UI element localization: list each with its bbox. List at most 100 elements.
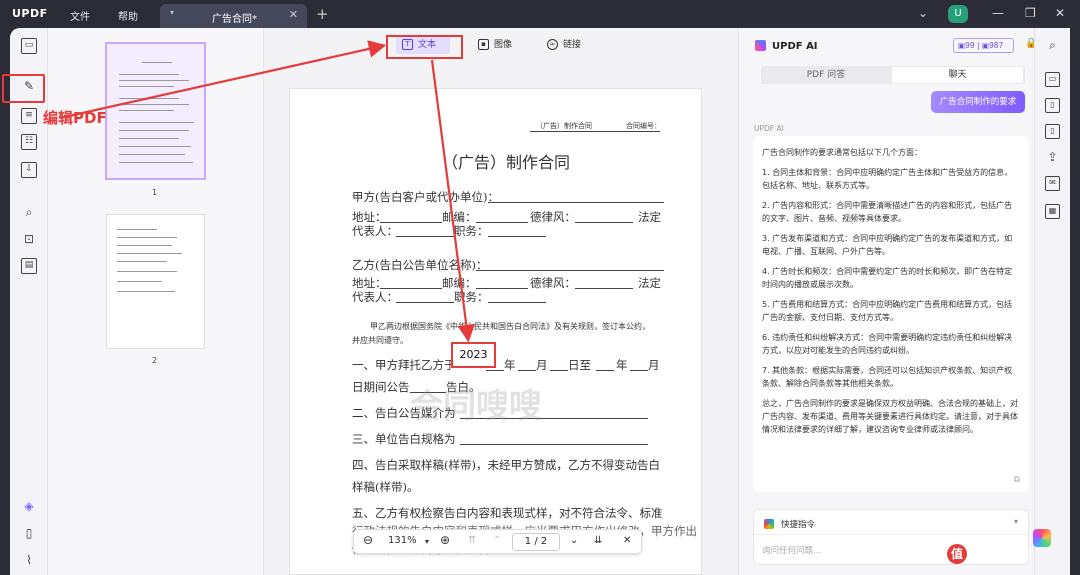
user-message: 广告合同制作的要求 <box>931 91 1025 113</box>
edit-image-label: 图像 <box>494 40 513 50</box>
site-watermark-text: 什么值得买 <box>972 548 1033 562</box>
edit-image-button[interactable]: ▪ 图像 <box>478 36 512 54</box>
clause-4-line-1: 四、告白采取样稿(样带)，未经甲方赞成，乙方不得变动告白 <box>352 458 660 472</box>
updf-logo: UPDF <box>12 7 48 20</box>
document-title: （广告）制作合同 <box>442 153 571 172</box>
clipboard-icon[interactable]: ▦ <box>1045 204 1060 219</box>
email-icon[interactable]: ✉ <box>1045 176 1060 191</box>
answer-intro: 广告合同制作的要求通常包括以下几个方面： <box>762 148 922 157</box>
ai-panel-title: UPDF AI <box>772 41 818 52</box>
restore-icon[interactable]: ❐ <box>1025 6 1036 20</box>
ocr-icon[interactable]: ⌕ <box>21 204 37 220</box>
last-page-icon[interactable]: ⇊ <box>594 535 602 546</box>
close-window-icon[interactable]: ✕ <box>1055 6 1065 20</box>
tab-chat[interactable]: 聊天 <box>892 67 1023 83</box>
app-window: UPDF 文件 帮助 ▾ 广告合同* ✕ + ⌄ U — ❐ ✕ ▭ ✎ ≡ ☷… <box>0 0 1080 575</box>
clause-1-start: 一、甲方拜托乙方于 <box>352 358 456 372</box>
prev-page-icon[interactable]: ⌃ <box>493 535 501 546</box>
thumbnail-page-2[interactable] <box>106 214 205 349</box>
zoom-out-icon[interactable]: ⊖ <box>363 533 373 547</box>
edit-pdf-annotation: 编辑PDF <box>43 109 107 127</box>
menu-file[interactable]: 文件 <box>70 8 90 23</box>
crop-icon[interactable]: ⊡ <box>21 231 37 247</box>
title-bar: UPDF 文件 帮助 ▾ 广告合同* ✕ + ⌄ U — ❐ ✕ <box>0 0 1080 28</box>
answer-item-6: 6. 违约责任和纠纷解决方式：合同中需要明确约定违约责任和纠纷解决方式，以应对可… <box>762 333 1013 355</box>
attachment-icon[interactable]: ⌇ <box>21 552 37 568</box>
edit-pdf-icon[interactable]: ≡ <box>21 108 37 124</box>
protect-icon[interactable]: ▯ <box>1045 124 1060 139</box>
answer-item-2: 2. 广告内容和形式：合同中需要清晰描述广告的内容和形式，包括广告的文字、图片、… <box>762 201 1013 223</box>
ai-question-input[interactable]: 询问任何问题... <box>762 544 821 556</box>
menu-help[interactable]: 帮助 <box>118 8 138 23</box>
edited-year-field[interactable]: 2023 <box>451 342 496 368</box>
clause-3: 三、单位告白规格为 <box>352 432 456 446</box>
thumbnail-number-2: 2 <box>152 356 158 365</box>
tab-pdf-qa[interactable]: PDF 问答 <box>761 66 891 84</box>
print-icon[interactable]: ▭ <box>1045 72 1060 87</box>
clause-1-day-to: 日至 <box>568 358 591 372</box>
tab-close-icon[interactable]: ✕ <box>289 8 298 21</box>
thumbnail-page-1[interactable] <box>105 42 206 180</box>
clause-1-month-2: 月 <box>648 358 660 372</box>
edit-link-button[interactable]: ∞ 链接 <box>547 36 581 54</box>
tab-title: 广告合同* <box>212 14 257 25</box>
share-icon[interactable]: ⇪ <box>1045 150 1060 165</box>
tab-dropdown-icon[interactable]: ▾ <box>170 8 174 17</box>
link-icon: ∞ <box>547 39 558 50</box>
quick-commands-icon <box>764 519 774 529</box>
party-a-legal: 法定 <box>638 210 661 224</box>
party-b-name: 乙方(告白公告单位名称)： <box>352 258 488 272</box>
minimize-icon[interactable]: — <box>992 6 1004 20</box>
new-tab-button[interactable]: + <box>316 5 329 23</box>
zoom-dropdown-icon[interactable]: ▾ <box>425 537 429 546</box>
document-tab[interactable]: ▾ 广告合同* ✕ <box>160 4 307 28</box>
ai-panel: UPDF AI ▣99 | ▣987 🔒 PDF 问答 聊天 广告合同制作的要求… <box>738 28 1037 575</box>
save-as-icon[interactable]: ▯ <box>1045 98 1060 113</box>
zoom-in-icon[interactable]: ⊕ <box>440 533 450 547</box>
avatar[interactable]: U <box>948 5 968 23</box>
ai-response-label: UPDF AI <box>754 124 784 133</box>
zoom-level[interactable]: 131% <box>388 535 417 546</box>
ai-usage-counter[interactable]: ▣99 | ▣987 <box>953 38 1014 53</box>
convert-icon[interactable]: ⇩ <box>21 162 37 178</box>
search-icon[interactable]: ⌕ <box>1045 38 1060 53</box>
form-icon[interactable]: ☷ <box>21 134 37 150</box>
pdf-page[interactable]: （广告）制作合同 合同编号： （广告）制作合同 甲方(告白客户或代办单位)： 地… <box>289 88 702 575</box>
updf-ai-launcher-icon[interactable] <box>1033 529 1051 547</box>
bookmark-icon[interactable]: ▯ <box>21 525 37 541</box>
page-separator: / <box>534 536 538 547</box>
clause-1-month: 月 <box>536 358 548 372</box>
total-pages: 2 <box>540 536 548 547</box>
copy-icon[interactable]: ⧉ <box>1014 475 1020 485</box>
organize-icon[interactable]: ▤ <box>21 258 37 274</box>
clause-1-year-2: 年 <box>616 358 628 372</box>
clause-5-line-1: 五、乙方有权检察告白内容和表现式样，对不符合法令、标准 <box>352 506 663 520</box>
answer-item-3: 3. 广告发布渠道和方式：合同中应明确约定广告的发布渠道和方式，如电视、广播、互… <box>762 234 1013 256</box>
quick-commands-dropdown-icon[interactable]: ▾ <box>1014 517 1018 526</box>
party-a-name: 甲方(告白客户或代办单位)： <box>352 190 499 204</box>
reader-mode-icon[interactable]: ▭ <box>21 38 37 54</box>
clause-1-period: 日期间公告 <box>352 380 410 394</box>
party-a-title: 职务： <box>454 224 489 238</box>
clause-1-year: 年 <box>504 358 516 372</box>
clause-4-line-2: 样稿(样带)。 <box>352 480 419 494</box>
party-b-title: 职务： <box>454 290 489 304</box>
window-dropdown-icon[interactable]: ⌄ <box>918 6 928 20</box>
page-navigation-bar: ⊖ 131% ▾ ⊕ ⇈ ⌃ 1 / 2 ⌄ ⇊ ✕ <box>353 529 642 554</box>
ai-response: 广告合同制作的要求通常包括以下几个方面： 1. 合同主体和背景：合同中应明确约定… <box>753 136 1029 492</box>
updf-ai-icon <box>755 40 766 51</box>
answer-summary: 总之，广告合同制作的要求是确保双方权益明确、合法合规的基础上，对广告内容、发布渠… <box>762 399 1018 434</box>
page-indicator[interactable]: 1 / 2 <box>512 533 560 551</box>
text-button-highlight <box>386 35 463 59</box>
party-b-phone: 德律风： <box>530 276 576 290</box>
close-nav-icon[interactable]: ✕ <box>623 535 631 546</box>
image-icon: ▪ <box>478 39 489 50</box>
intro-line-2: 并应共同遵守。 <box>352 336 408 345</box>
quick-commands-label[interactable]: 快捷指令 <box>781 518 815 530</box>
answer-item-7: 7. 其他条款：根据实际需要，合同还可以包括知识产权条款、知识产权条款、解除合同… <box>762 366 1013 388</box>
ai-mode-switch: PDF 问答 聊天 <box>761 66 1025 84</box>
first-page-icon[interactable]: ⇈ <box>468 535 476 546</box>
layers-icon[interactable]: ◈ <box>21 498 37 514</box>
answer-item-1: 1. 合同主体和背景：合同中应明确约定广告主体和广告受益方的信息，包括名称、地址… <box>762 168 1013 190</box>
next-page-icon[interactable]: ⌄ <box>570 535 578 546</box>
